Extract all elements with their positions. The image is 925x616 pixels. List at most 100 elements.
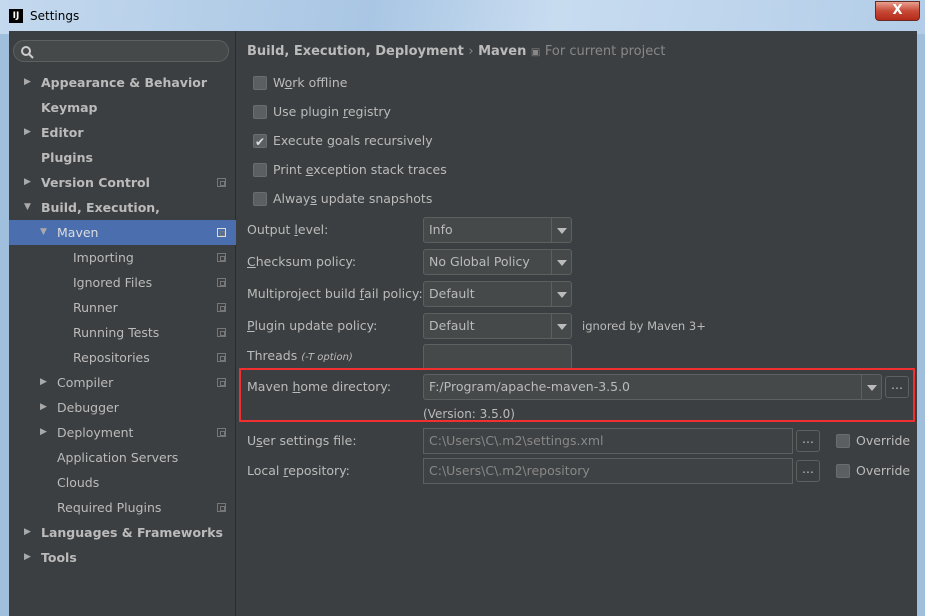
sidebar-item-label: Ignored Files [73, 275, 153, 290]
chevron-down-icon[interactable]: ▼ [24, 195, 31, 220]
threads-input[interactable] [423, 344, 572, 368]
checkbox-use-plugin-registry[interactable]: Use plugin registry [253, 102, 391, 122]
breadcrumb-scope: For current project [544, 44, 666, 59]
multiproject-fail-policy-label: Multiproject build fail policy: [247, 286, 423, 301]
title-bar: IJ Settings X [0, 0, 925, 34]
chevron-right-icon[interactable]: ▶ [24, 545, 31, 570]
sidebar-item-label: Maven [57, 225, 99, 240]
sidebar-item-repositories[interactable]: Repositories [9, 345, 236, 370]
checkbox-always-update-snapshots[interactable]: Always update snapshots [253, 189, 432, 209]
output-level-select[interactable]: Info [423, 217, 572, 243]
chevron-right-icon[interactable]: ▶ [40, 395, 47, 420]
sidebar-item-label: Plugins [41, 150, 93, 165]
checkbox-label: Execute goals recursively [273, 133, 433, 148]
sidebar-item-label: Version Control [41, 175, 150, 190]
sidebar-item-label: Editor [41, 125, 84, 140]
plugin-update-note: ignored by Maven 3+ [582, 319, 706, 333]
sidebar-item-label: Application Servers [57, 450, 179, 465]
sidebar-item-deployment[interactable]: ▶ Deployment [9, 420, 236, 445]
chevron-right-icon[interactable]: ▶ [24, 120, 31, 145]
breadcrumb-parent[interactable]: Build, Execution, Deployment [247, 44, 464, 59]
multiproject-fail-policy-select[interactable]: Default [423, 281, 572, 307]
maven-home-browse-button[interactable]: ... [885, 376, 909, 398]
sidebar: ▶ Appearance & Behavior Keymap ▶ Editor Plugi… [9, 31, 236, 616]
chevron-down-icon [551, 314, 571, 338]
chevron-right-icon[interactable]: ▶ [24, 520, 31, 545]
chevron-right-icon[interactable]: ▶ [40, 420, 47, 445]
sidebar-item-appearance-behavior[interactable]: ▶ Appearance & Behavior [9, 70, 236, 95]
sidebar-item-tools[interactable]: ▶ Tools [9, 545, 236, 570]
user-settings-browse-button[interactable]: ... [796, 430, 820, 452]
checkbox-label: Always update snapshots [273, 191, 433, 206]
chevron-down-icon [551, 218, 571, 242]
checksum-policy-label: Checksum policy: [247, 254, 357, 269]
sidebar-item-label: Compiler [57, 375, 114, 390]
sidebar-item-label: Debugger [57, 400, 119, 415]
sidebar-item-label: Required Plugins [57, 500, 162, 515]
sidebar-item-label: Appearance & Behavior [41, 75, 207, 90]
chevron-right-icon[interactable]: ▶ [40, 370, 47, 395]
user-settings-override-checkbox[interactable]: Override [836, 431, 910, 451]
project-scope-icon [217, 328, 226, 337]
output-level-label: Output level: [247, 222, 329, 237]
sidebar-item-label: Importing [73, 250, 134, 265]
sidebar-item-ignored-files[interactable]: Ignored Files [9, 270, 236, 295]
chevron-down-icon [551, 282, 571, 306]
checkbox-print-exception-stack-traces[interactable]: Print exception stack traces [253, 160, 447, 180]
project-scope-icon [217, 353, 226, 362]
sidebar-item-running-tests[interactable]: Running Tests [9, 320, 236, 345]
sidebar-item-clouds[interactable]: Clouds [9, 470, 236, 495]
sidebar-item-version-control[interactable]: ▶ Version Control [9, 170, 236, 195]
breadcrumb-current: Maven [478, 44, 527, 59]
sidebar-item-debugger[interactable]: ▶ Debugger [9, 395, 236, 420]
local-repository-label: Local repository: [247, 463, 350, 478]
local-repository-browse-button[interactable]: ... [796, 460, 820, 482]
sidebar-item-maven[interactable]: ▼ Maven [9, 220, 236, 245]
sidebar-item-label: Clouds [57, 475, 100, 490]
project-scope-icon [217, 228, 226, 237]
checkbox-execute-goals-recursively[interactable]: Execute goals recursively [253, 131, 433, 152]
chevron-right-icon[interactable]: ▶ [24, 70, 31, 95]
project-scope-icon [217, 303, 226, 312]
maven-version: (Version: 3.5.0) [423, 407, 515, 421]
search-input[interactable] [13, 40, 229, 62]
local-repository-input[interactable]: C:\Users\C\.m2\repository [423, 458, 793, 484]
user-settings-label: User settings file: [247, 433, 357, 448]
sidebar-item-plugins[interactable]: Plugins [9, 145, 236, 170]
user-settings-input[interactable]: C:\Users\C\.m2\settings.xml [423, 428, 793, 454]
close-button[interactable]: X [875, 1, 920, 21]
sidebar-item-editor[interactable]: ▶ Editor [9, 120, 236, 145]
sidebar-item-runner[interactable]: Runner [9, 295, 236, 320]
checkbox-label: Print exception stack traces [273, 162, 447, 177]
sidebar-item-application-servers[interactable]: Application Servers [9, 445, 236, 470]
breadcrumb: Build, Execution, Deployment › Maven ▣ F… [247, 44, 665, 59]
threads-hint: (-T option) [301, 352, 353, 363]
project-scope-icon [217, 428, 226, 437]
window-title: Settings [30, 9, 80, 23]
sidebar-item-label: Tools [41, 550, 77, 565]
plugin-update-policy-label: Plugin update policy: [247, 318, 378, 333]
checkbox-work-offline[interactable]: Work offline [253, 73, 347, 93]
project-scope-icon [217, 278, 226, 287]
checksum-policy-select[interactable]: No Global Policy [423, 249, 572, 275]
sidebar-item-required-plugins[interactable]: Required Plugins [9, 495, 236, 520]
sidebar-item-importing[interactable]: Importing [9, 245, 236, 270]
sidebar-item-keymap[interactable]: Keymap [9, 95, 236, 120]
sidebar-item-label: Running Tests [73, 325, 160, 340]
chevron-down-icon [551, 250, 571, 274]
sidebar-item-label: Languages & Frameworks [41, 525, 223, 540]
sidebar-item-build-execution-deployment[interactable]: ▼Build, Execution, Deployment [9, 195, 236, 240]
checkbox-label: Use plugin registry [273, 104, 391, 119]
chevron-down-icon[interactable]: ▼ [40, 220, 47, 245]
checkbox-label: Work offline [273, 75, 348, 90]
local-repository-override-checkbox[interactable]: Override [836, 461, 910, 481]
sidebar-item-compiler[interactable]: ▶ Compiler [9, 370, 236, 395]
maven-home-input[interactable]: F:/Program/apache-maven-3.5.0 [423, 374, 882, 400]
project-scope-icon [217, 253, 226, 262]
chevron-right-icon[interactable]: ▶ [24, 170, 31, 195]
threads-label: Threads (-T option) [247, 348, 353, 363]
sidebar-item-languages-frameworks[interactable]: ▶ Languages & Frameworks [9, 520, 236, 545]
maven-settings-panel: Build, Execution, Deployment › Maven ▣ F… [237, 31, 917, 616]
breadcrumb-separator: › [468, 44, 474, 59]
plugin-update-policy-select[interactable]: Default [423, 313, 572, 339]
